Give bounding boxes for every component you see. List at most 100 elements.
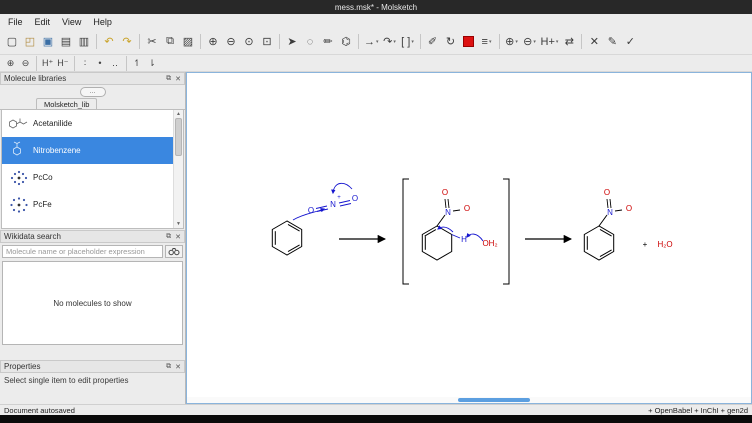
drawing-canvas[interactable]: N + O O	[187, 73, 751, 397]
status-bar: Document autosaved + OpenBabel + InChI +…	[0, 404, 752, 415]
canvas-horizontal-scrollbar[interactable]	[187, 397, 751, 403]
export-image-button[interactable]: ▤	[57, 32, 75, 52]
properties-header: Properties ⧉ ✕	[0, 360, 185, 373]
charge-plus-label: +	[337, 195, 341, 201]
open-document-icon: ◰	[25, 35, 35, 48]
scroll-up-icon[interactable]: ▲	[176, 110, 181, 118]
add-hydrogen-icon: H⁺	[42, 58, 53, 69]
charge-plus-button[interactable]: ⊕▾	[503, 32, 521, 52]
select-tool-icon: ➤	[287, 35, 296, 48]
redo-icon: ↷	[122, 35, 131, 48]
copy-button[interactable]: ⧉	[161, 32, 179, 52]
library-tab-bar: Molsketch_lib	[0, 98, 185, 110]
spin-down-icon: ⇂	[148, 58, 156, 69]
spin-up-button[interactable]: ↿	[130, 56, 145, 70]
zoom-in-icon: ⊕	[208, 35, 217, 48]
main-area: Molecule libraries ⧉ ✕ … Molsketch_lib	[0, 72, 752, 404]
undo-button[interactable]: ↶	[100, 32, 118, 52]
curved-arrow-tool-button[interactable]: ↷▾	[381, 32, 399, 52]
edit-tool-button[interactable]: ✎	[603, 32, 621, 52]
redo-button[interactable]: ↷	[118, 32, 136, 52]
new-document-button[interactable]: ▢	[3, 32, 21, 52]
zoom-original-button[interactable]: ⊙	[240, 32, 258, 52]
molecule-libraries-panel: Molecule libraries ⧉ ✕ … Molsketch_lib	[0, 72, 185, 230]
list-item-acetanilide[interactable]: Acetanilide	[2, 110, 183, 137]
list-item-pcfe[interactable]: PcFe	[2, 191, 183, 218]
tab-molsketch-lib[interactable]: Molsketch_lib	[36, 98, 97, 109]
draw-tool-button[interactable]: ✏	[319, 32, 337, 52]
paste-button[interactable]: ▨	[179, 32, 197, 52]
zoom-fit-button[interactable]: ⊡	[258, 32, 276, 52]
menu-edit[interactable]: Edit	[29, 16, 57, 28]
scrollbar-thumb[interactable]	[458, 398, 530, 402]
mechanism-tool-icon: ✐	[428, 35, 437, 48]
optimize-structure-button[interactable]: ↻	[442, 32, 460, 52]
close-panel-icon[interactable]: ✕	[175, 233, 181, 241]
arrow-tool-button[interactable]: →▾	[362, 32, 381, 52]
open-document-button[interactable]: ◰	[21, 32, 39, 52]
toolbar-separator	[200, 34, 201, 49]
close-panel-icon[interactable]: ✕	[175, 363, 181, 371]
edit-tool-icon: ✎	[608, 35, 617, 48]
menu-help[interactable]: Help	[87, 16, 118, 28]
close-panel-icon[interactable]: ✕	[175, 75, 181, 83]
library-list-scrollbar[interactable]: ▲ ▼	[173, 110, 183, 228]
menu-view[interactable]: View	[56, 16, 87, 28]
delete-tool-button[interactable]: ✕	[585, 32, 603, 52]
scrollbar-thumb[interactable]	[175, 118, 182, 156]
remove-hydrogen-icon: H⁻	[57, 58, 68, 69]
atom-label-oxygen: O	[442, 188, 448, 197]
zoom-out-button[interactable]: ⊖	[222, 32, 240, 52]
properties-hint: Select single item to edit properties	[0, 373, 185, 388]
cut-icon: ✂	[147, 35, 156, 48]
lone-pair-button[interactable]: ∶	[78, 56, 93, 70]
cleanup-tool-icon: ✓	[626, 35, 635, 48]
arenium-intermediate: N O O H OH₂	[422, 188, 497, 260]
save-document-button[interactable]: ▣	[39, 32, 57, 52]
charge-plus-icon: ⊕	[505, 35, 514, 48]
select-tool-button[interactable]: ➤	[283, 32, 301, 52]
list-item-pcco[interactable]: PcCo	[2, 164, 183, 191]
float-panel-icon[interactable]: ⧉	[166, 363, 171, 371]
diradical-button[interactable]: ‥	[108, 56, 123, 70]
water-nucleophile-label: OH₂	[482, 239, 497, 248]
dropdown-caret-icon: ▾	[556, 39, 559, 45]
color-swatch-button[interactable]	[460, 32, 478, 52]
title-bar[interactable]: mess.msk* - Molsketch	[0, 0, 752, 14]
atom-label-hydrogen: H	[461, 235, 467, 244]
ring-tool-button[interactable]: ⌬	[337, 32, 355, 52]
line-width-button[interactable]: ≡▾	[478, 32, 496, 52]
canvas-container: N + O O	[186, 72, 752, 404]
float-panel-icon[interactable]: ⧉	[166, 233, 171, 241]
window-title: mess.msk* - Molsketch	[335, 3, 417, 12]
arrow-tool-icon: →	[364, 36, 375, 48]
atom-label-oxygen: O	[352, 194, 358, 203]
add-hydrogen-button[interactable]: H⁺	[40, 56, 55, 70]
wikidata-search-button[interactable]	[165, 245, 183, 258]
radical-electron-button[interactable]: •	[93, 56, 108, 70]
mechanism-tool-button[interactable]: ✐	[424, 32, 442, 52]
bracket-tool-button[interactable]: [ ]▾	[399, 32, 417, 52]
scroll-down-icon[interactable]: ▼	[176, 220, 181, 228]
zoom-in-button[interactable]: ⊕	[204, 32, 222, 52]
spin-down-button[interactable]: ⇂	[145, 56, 160, 70]
print-button[interactable]: ▥	[75, 32, 93, 52]
cleanup-tool-button[interactable]: ✓	[621, 32, 639, 52]
charge-minus-button[interactable]: ⊖▾	[521, 32, 539, 52]
increase-charge-button[interactable]: ⊕	[3, 56, 18, 70]
menu-file[interactable]: File	[2, 16, 29, 28]
remove-hydrogen-button[interactable]: H⁻	[55, 56, 70, 70]
hydrogen-add-button[interactable]: H+▾	[539, 32, 561, 52]
lasso-tool-button[interactable]: ◌	[301, 32, 319, 52]
cut-button[interactable]: ✂	[143, 32, 161, 52]
library-button-row: …	[0, 85, 185, 98]
flip-tool-button[interactable]: ⇄	[560, 32, 578, 52]
wikidata-search-input[interactable]	[2, 245, 163, 258]
float-panel-icon[interactable]: ⧉	[166, 75, 171, 83]
library-settings-button[interactable]: …	[80, 87, 106, 97]
toolbar-separator	[420, 34, 421, 49]
list-item-nitrobenzene[interactable]: Nitrobenzene	[2, 137, 183, 164]
decrease-charge-button[interactable]: ⊖	[18, 56, 33, 70]
atom-label-oxygen: O	[604, 188, 610, 197]
status-plugins: + OpenBabel + InChI + gen2d	[648, 406, 748, 415]
